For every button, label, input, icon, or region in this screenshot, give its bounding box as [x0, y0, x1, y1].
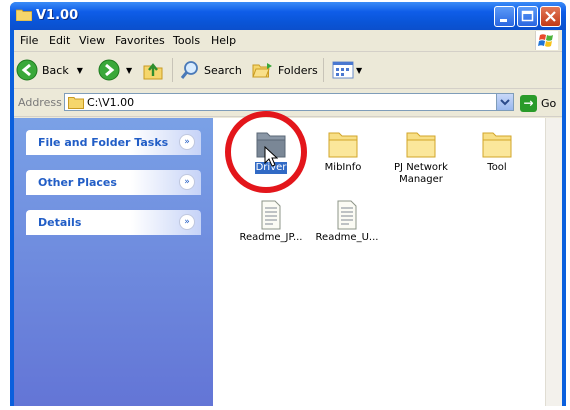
text-file-icon — [337, 200, 357, 230]
search-label: Search — [204, 63, 242, 77]
chevron-down-icon[interactable]: » — [179, 174, 195, 190]
task-other-places[interactable]: Other Places » — [26, 170, 201, 195]
window-client: File Edit View Favorites Tools Help Back… — [14, 30, 562, 406]
maximize-icon — [521, 10, 534, 22]
back-label: Back — [42, 63, 69, 77]
address-field[interactable]: C:\V1.00 — [64, 93, 514, 111]
file-name: PJ Network Manager — [394, 162, 448, 185]
toolbar-separator — [172, 58, 173, 82]
task-file-and-folder-tasks[interactable]: File and Folder Tasks » — [26, 130, 201, 155]
file-item-mibinfo[interactable]: MibInfo — [305, 128, 381, 174]
search-button[interactable]: Search — [180, 60, 242, 80]
menu-tools[interactable]: Tools — [173, 34, 200, 47]
forward-arrow-icon — [98, 59, 120, 81]
toolbar-separator — [323, 58, 324, 82]
forward-dropdown-icon[interactable]: ▼ — [126, 66, 132, 75]
views-icon — [332, 61, 354, 79]
maximize-button[interactable] — [517, 6, 538, 27]
minimize-icon — [500, 19, 507, 22]
task-label: File and Folder Tasks — [38, 136, 169, 149]
title-bar[interactable]: V1.00 — [10, 2, 566, 30]
window-title: V1.00 — [36, 8, 79, 23]
task-label: Other Places — [38, 176, 117, 189]
windows-logo-icon — [535, 31, 558, 50]
up-folder-button[interactable] — [142, 60, 164, 80]
folders-icon — [252, 63, 272, 78]
text-file-icon — [261, 200, 281, 230]
menu-edit[interactable]: Edit — [49, 34, 70, 47]
go-button[interactable]: → Go — [520, 94, 560, 112]
task-label: Details — [38, 216, 82, 229]
menu-favorites[interactable]: Favorites — [115, 34, 165, 47]
chevron-down-icon[interactable]: » — [179, 134, 195, 150]
explorer-window: V1.00 File Edit View Favorites Tools Hel… — [10, 2, 566, 406]
close-icon — [545, 11, 556, 22]
back-button[interactable]: Back ▼ — [16, 59, 83, 81]
menu-help[interactable]: Help — [211, 34, 236, 47]
menu-bar: File Edit View Favorites Tools Help — [14, 30, 562, 52]
folder-icon — [482, 132, 512, 158]
address-label: Address — [18, 96, 62, 109]
standard-toolbar: Back ▼ ▼ Search Folders ▼ — [14, 52, 562, 89]
chevron-down-icon — [500, 99, 510, 106]
up-folder-icon — [143, 63, 163, 80]
address-dropdown-button[interactable] — [496, 94, 513, 110]
folder-icon — [328, 132, 358, 158]
file-item-tool[interactable]: Tool — [459, 128, 535, 174]
minimize-button[interactable] — [494, 6, 515, 27]
go-label: Go — [541, 96, 557, 110]
views-dropdown-icon[interactable]: ▼ — [356, 66, 362, 75]
close-button[interactable] — [540, 6, 561, 27]
address-value: C:\V1.00 — [87, 96, 135, 109]
go-arrow-icon: → — [520, 94, 537, 112]
file-item-pj-network-manager[interactable]: PJ Network Manager — [383, 128, 459, 186]
folder-icon — [406, 132, 436, 158]
address-bar: Address C:\V1.00 → Go — [14, 90, 562, 117]
views-button[interactable]: ▼ — [332, 60, 362, 80]
menu-view[interactable]: View — [79, 34, 105, 47]
mouse-cursor-icon — [264, 146, 278, 167]
file-item-readme-jp[interactable]: Readme_JP... — [233, 200, 309, 244]
folders-button[interactable]: Folders — [252, 60, 318, 80]
task-pane: File and Folder Tasks » Other Places » D… — [14, 118, 213, 406]
file-item-readme-u[interactable]: Readme_U... — [309, 200, 385, 244]
back-dropdown-icon[interactable]: ▼ — [77, 66, 83, 75]
file-name: Readme_U... — [315, 232, 379, 243]
forward-button[interactable]: ▼ — [98, 59, 132, 81]
chevron-down-icon[interactable]: » — [179, 214, 195, 230]
folders-label: Folders — [278, 63, 318, 77]
vertical-scrollbar[interactable] — [545, 118, 562, 406]
folder-icon — [16, 9, 32, 21]
search-icon — [180, 61, 198, 79]
folder-icon — [68, 97, 84, 109]
back-arrow-icon — [16, 59, 38, 81]
menu-file[interactable]: File — [20, 34, 38, 47]
file-name: Readme_JP... — [239, 232, 303, 243]
task-details[interactable]: Details » — [26, 210, 201, 235]
file-name: MibInfo — [324, 162, 362, 173]
file-name: Tool — [487, 162, 507, 173]
